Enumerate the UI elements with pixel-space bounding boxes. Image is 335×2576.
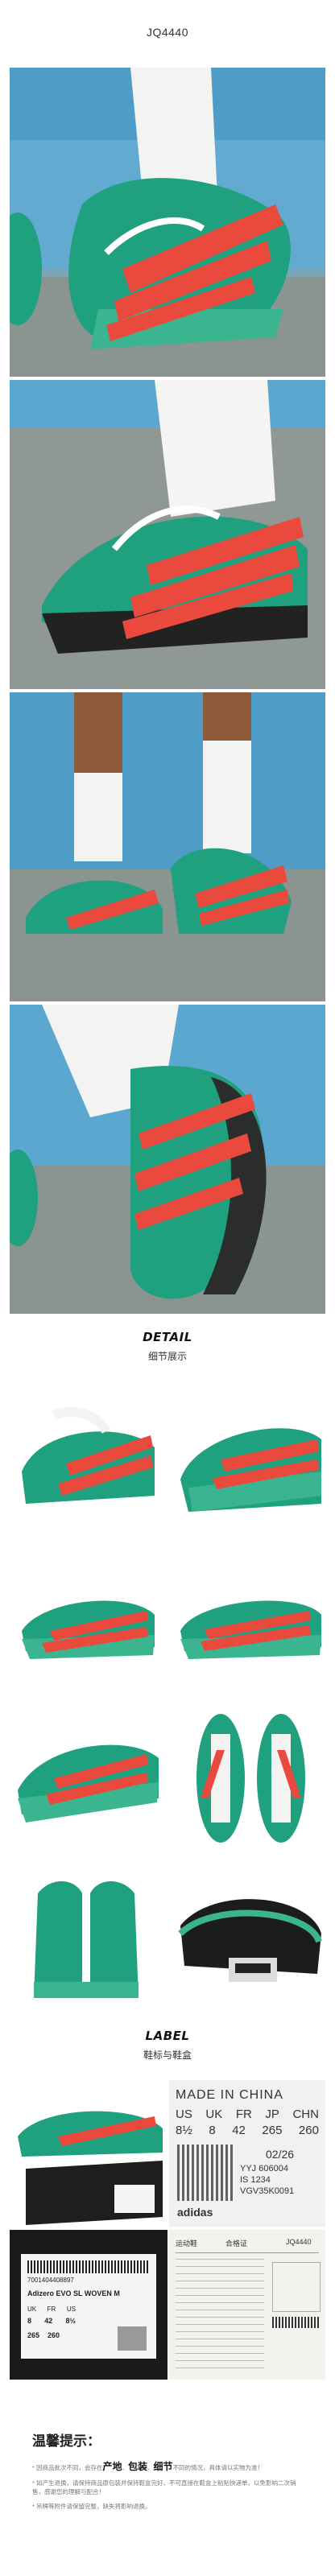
- product-photo-4: [10, 1005, 325, 1314]
- tips-keyword-origin: 产地: [102, 2461, 122, 2472]
- size-value-fr: 42: [232, 2124, 246, 2137]
- box-label-photo: 7001404408897 Adizero EVO SL WOVEN M UK …: [10, 2230, 168, 2380]
- tips-block: 温馨提示： * 因商品批次不同，会存在产地、包装、细节不同的情况，具体请以实物为…: [32, 2429, 306, 2516]
- cert-box-frame: [272, 2262, 321, 2312]
- detail-photo-6: [172, 1702, 325, 1852]
- product-code: JQ4440: [146, 26, 189, 39]
- box-size-headers: UK FR US: [27, 2306, 76, 2313]
- tips-line-1: * 因商品批次不同，会存在产地、包装、细节不同的情况，具体请以实物为准！: [32, 2459, 306, 2474]
- box-size-header-uk: UK: [27, 2306, 37, 2313]
- cert-divider: [176, 2252, 319, 2253]
- detail-photo-1: [10, 1383, 163, 1533]
- cert-text-lines: [176, 2259, 264, 2372]
- box-size-value-us: 8½: [65, 2317, 76, 2325]
- shoe-size-value-row: 8½ 8 42 265 260: [176, 2124, 319, 2137]
- size-value-chn: 260: [298, 2124, 319, 2137]
- shoe-tongue-label: MADE IN CHINA US UK FR JP CHN 8½ 8 42 26…: [169, 2080, 325, 2227]
- size-header-uk: UK: [205, 2107, 223, 2121]
- barcode-icon: [27, 2260, 148, 2273]
- detail-photo-8: [172, 1861, 325, 2011]
- box-jp-value: 265: [27, 2331, 40, 2339]
- size-header-chn: CHN: [292, 2107, 319, 2121]
- cert-code: JQ4440: [286, 2238, 312, 2246]
- detail-photo-4: [172, 1542, 325, 1692]
- detail-title-en: DETAIL: [143, 1330, 192, 1344]
- label-section-heading: LABEL 鞋标与鞋盒: [0, 2029, 335, 2062]
- box-model-name: Adizero EVO SL WOVEN M: [27, 2289, 120, 2297]
- detail-section-heading: DETAIL 细节展示: [0, 1330, 335, 1363]
- box-jp-cn-values: 265 260: [27, 2331, 60, 2339]
- size-value-uk: 8: [209, 2124, 216, 2137]
- size-header-fr: FR: [235, 2107, 252, 2121]
- cert-left-title: 运动鞋: [176, 2240, 198, 2248]
- barcode-number: 7001404408897: [27, 2277, 74, 2284]
- box-label-sticker: 7001404408897 Adizero EVO SL WOVEN M UK …: [21, 2254, 156, 2359]
- label-title-cn: 鞋标与鞋盒: [143, 2050, 192, 2061]
- box-size-header-fr: FR: [47, 2306, 56, 2313]
- product-photo-2: [10, 380, 325, 689]
- detail-title-cn: 细节展示: [147, 1351, 187, 1362]
- box-size-header-us: US: [66, 2306, 76, 2313]
- size-value-jp: 265: [262, 2124, 283, 2137]
- certificate-card: 运动鞋 合格证 JQ4440: [169, 2230, 325, 2380]
- tips-line-2: * 如产生退换，请保持商品原包装并保持鞋盒完好、不可直接在鞋盒上粘贴快递单，以免…: [32, 2479, 296, 2496]
- label-code-3: VGV35K0091: [240, 2186, 295, 2196]
- box-size-value-fr: 42: [44, 2317, 53, 2325]
- label-date: 02/26: [266, 2148, 295, 2161]
- tips-keyword-detail: 细节: [153, 2461, 173, 2472]
- cert-barcode-icon: [272, 2317, 319, 2328]
- detail-photo-7: [10, 1861, 163, 2011]
- label-title-en: LABEL: [145, 2029, 190, 2043]
- tips-line-1-suffix: 不同的情况，具体请以实物为准！: [172, 2464, 264, 2471]
- label-code-2: IS 1234: [240, 2175, 271, 2185]
- tips-sep-1: 、: [122, 2464, 129, 2471]
- label-code-1: YYJ 606004: [240, 2164, 288, 2174]
- size-header-jp: JP: [265, 2107, 279, 2121]
- box-cn-value: 260: [47, 2331, 60, 2339]
- shoe-size-header-row: US UK FR JP CHN: [176, 2107, 319, 2121]
- label-photo-shoe-on-box: [10, 2080, 168, 2227]
- size-header-us: US: [176, 2107, 192, 2121]
- tips-sep-2: 、: [147, 2464, 154, 2471]
- tips-line-3: * 吊牌等附件请保留完整，缺失将影响退换。: [32, 2502, 151, 2510]
- product-photo-3: [10, 692, 325, 1001]
- box-label-qr-icon: [118, 2326, 147, 2351]
- box-size-values: 8 42 8½: [27, 2317, 76, 2325]
- made-in-text: MADE IN CHINA: [176, 2088, 283, 2102]
- tips-title: 温馨提示：: [32, 2434, 101, 2449]
- detail-photo-3: [10, 1542, 163, 1692]
- detail-photo-5: [10, 1702, 163, 1852]
- detail-photo-2: [172, 1383, 325, 1533]
- box-size-value-uk: 8: [27, 2317, 32, 2325]
- cert-center-title: 合格证: [225, 2240, 248, 2248]
- qr-code-icon: [177, 2145, 234, 2201]
- tips-line-1-prefix: * 因商品批次不同，会存在: [32, 2464, 103, 2471]
- size-value-us: 8½: [176, 2124, 192, 2137]
- label-brand: adidas: [177, 2206, 213, 2219]
- product-photo-1: [10, 68, 325, 377]
- tips-keyword-package: 包装: [128, 2461, 148, 2472]
